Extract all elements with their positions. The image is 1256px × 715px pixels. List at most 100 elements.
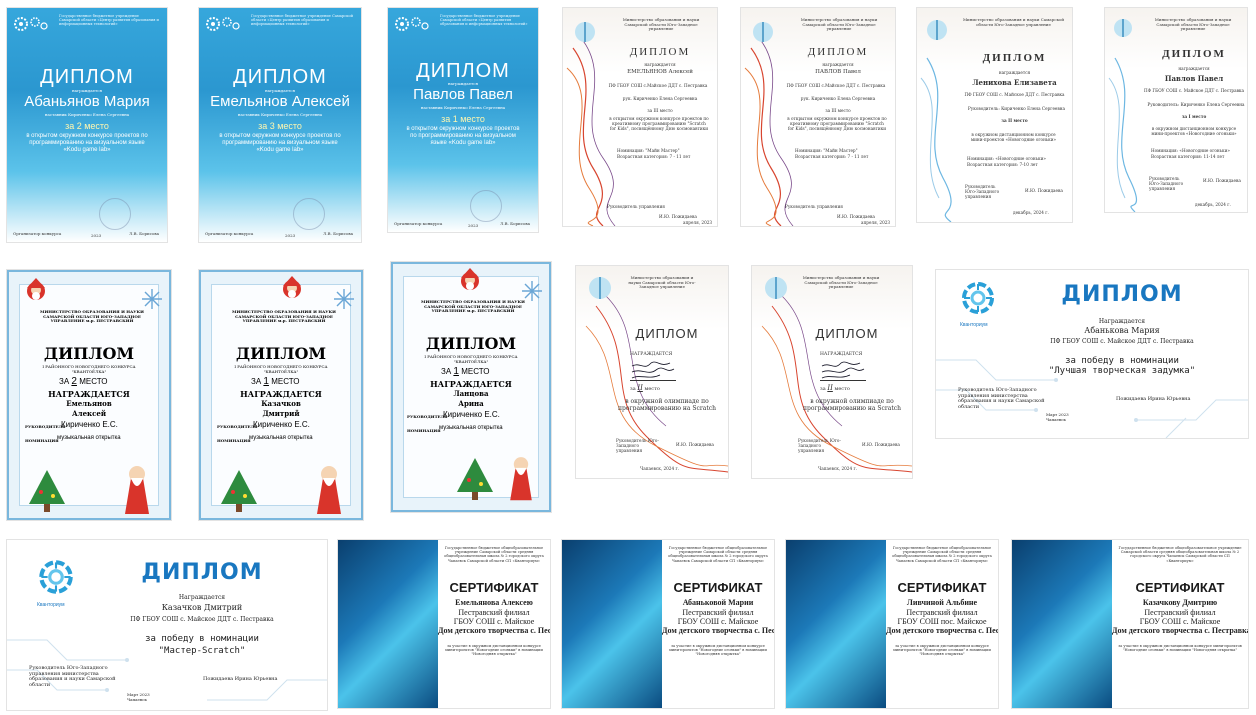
mesto-label: МЕСТО (271, 377, 300, 386)
diploma-scratch-2[interactable]: Министерство образования и науки Самарск… (741, 8, 895, 226)
diploma-newyear-1[interactable]: Министерство образования и науки Самарск… (917, 8, 1072, 222)
diploma-kvantoelka-2[interactable]: МИНИСТЕРСТВО ОБРАЗОВАНИЯ И НАУКИ САМАРСК… (199, 270, 363, 520)
awarded-label: награждается (998, 70, 1031, 75)
house-line: Дом детского творчества с. Пестравка (662, 626, 774, 635)
awarded-label: НАГРАЖДАЕТСЯ (48, 389, 130, 399)
place-number: 1 (263, 376, 269, 387)
diploma-kvantorium-1[interactable]: Кванториум ДИПЛОМ Награждается Абанькова… (936, 270, 1248, 438)
recipient-name: Павлов Павел (413, 86, 513, 103)
diploma-kodu-1[interactable]: Государственное бюджетное учреждение Сам… (7, 8, 167, 242)
teacher-line: рук. Кириченко Елена Сергеевна (800, 96, 876, 101)
teacher-line: рук. Кириченко Елена Сергеевна (622, 96, 698, 101)
ministry-header: Министерство образования и науки Самарск… (800, 17, 878, 32)
place-number: II (827, 384, 833, 392)
diploma-kvantorium-2[interactable]: Кванториум ДИПЛОМ Награждается Казачков … (7, 540, 327, 710)
contest-description: в открытом окружном конкурсе проектов по… (787, 116, 887, 131)
signature-label: Руководитель Юго-Западного управления ми… (958, 387, 1045, 410)
tech-banner-image (1012, 540, 1112, 708)
certificate-1[interactable]: Государственное бюджетное общеобразовате… (338, 540, 550, 708)
contest-description: в открытом окружном конкурсе проектов по… (406, 126, 520, 146)
diploma-olympiad-2[interactable]: Министерство образования и науки Самарск… (752, 266, 912, 478)
ministry-header: Министерство образования и науки Самарск… (962, 17, 1065, 27)
issuer-header: Государственное бюджетное учреждение Сам… (440, 14, 528, 27)
house-line: Дом детского творчества с. Пестравка (438, 626, 550, 635)
issuer-header: Государственное бюджетное учреждение Сам… (251, 14, 354, 27)
branch-line: Пестравский филиал (1144, 608, 1216, 617)
issuer-header: Государственное бюджетное учреждение Сам… (59, 14, 159, 27)
organization: ПФ ГБОУ СОШ с. Майское ДДТ с. Пестравка (1143, 88, 1245, 93)
organization: ПФ ГБОУ СОШ с. Майское ДДТ с. Пестравка (130, 616, 274, 623)
teacher-line: наставник Кириченко Елена Сергеевна (44, 112, 130, 117)
diploma-kvantoelka-1[interactable]: МИНИСТЕРСТВО ОБРАЗОВАНИЯ И НАУКИ САМАРСК… (7, 270, 171, 520)
organizer-label: Организатор конкурса (394, 221, 443, 226)
recipient-name: Казачков Дмитрий (161, 603, 243, 612)
recipient-name: Абанькова Мария (1084, 326, 1160, 335)
diploma-title: ДИПЛОМ (982, 52, 1047, 64)
issuer-header: Государственное бюджетное общеобразовате… (444, 546, 544, 563)
organizer-name: Л.В. Борисова (500, 221, 530, 226)
certificate-4[interactable]: Государственное бюджетное общеобразовате… (1012, 540, 1248, 708)
awarded-label: НАГРАЖДАЕТСЯ (430, 379, 512, 389)
place-row: за II место (820, 384, 850, 392)
awarded-label: награждается (644, 62, 676, 67)
ministry-header: Министерство образования и науки Самарск… (628, 275, 696, 290)
awarded-label: НАГРАЖДАЕТСЯ (240, 389, 322, 399)
diploma-title: ДИПЛОМ (1061, 282, 1183, 307)
diploma-scratch-1[interactable]: Министерство образования и науки Самарск… (563, 8, 717, 226)
diploma-title: ДИПЛОМ (416, 60, 510, 82)
kvantorium-logo-icon (962, 282, 994, 314)
issue-date: декабрь, 2024 г. (1013, 210, 1049, 215)
awarded-label: награждается (1178, 66, 1210, 71)
christmas-tree-icon (29, 470, 65, 512)
school-line: ГБОУ СОШ пос. Майское (897, 617, 987, 626)
organizer-label: Организатор конкурса (205, 231, 254, 236)
organizer-name: Л.В. Борисова (129, 231, 159, 236)
school-line: ГБОУ СОШ с. Майское (453, 617, 535, 626)
diploma-kodu-2[interactable]: Государственное бюджетное учреждение Сам… (199, 8, 361, 242)
nomination: Номинация: «Новогодние огоньки» (1151, 148, 1230, 153)
diploma-kodu-3[interactable]: Государственное бюджетное учреждение Сам… (388, 8, 538, 232)
house-line: Дом детского творчества с. Пестравка (1112, 626, 1248, 635)
signature-label: Руководитель Юго-Западного управления (965, 184, 1000, 199)
certificate-3[interactable]: Государственное бюджетное общеобразовате… (786, 540, 998, 708)
certificate-title: СЕРТИФИКАТ (1135, 580, 1225, 595)
signer-name: И.Ю. Пожидаева (676, 442, 714, 447)
place-row: ЗА 2 МЕСТО (59, 376, 107, 387)
certificate-2[interactable]: Государственное бюджетное общеобразовате… (562, 540, 774, 708)
teacher-name: Кириченко Е.С. (61, 420, 118, 429)
organization: ПФ ГБОУ СОШ с.Майское ДДТ с. Пестравка (786, 83, 886, 88)
za-label: ЗА (59, 377, 70, 386)
ministry-header: Министерство образования и науки Самарск… (622, 17, 700, 32)
diploma-title: ДИПЛОМ (40, 66, 134, 88)
house-line: Дом детского творчества с. Пестравка (886, 626, 998, 635)
place-text: за III место (825, 108, 851, 113)
ministry-header: МИНИСТЕРСТВО ОБРАЗОВАНИЯ И НАУКИ САМАРСК… (40, 309, 144, 324)
school-line: ГБОУ СОШ с. Майское (677, 617, 759, 626)
contest-description: в открытом окружном конкурсе проектов по… (26, 133, 148, 153)
olympiad-description: в окружной олимпиаде по программированию… (803, 398, 901, 412)
diploma-title: ДИПЛОМ (635, 326, 699, 341)
santa-claus-icon (283, 276, 301, 298)
diploma-newyear-2[interactable]: Министерство образования и науки Самарск… (1105, 8, 1247, 212)
ded-moroz-icon (510, 457, 532, 501)
signature-label: Руководитель Юго-Западного управления ми… (29, 665, 116, 688)
contest-description: в открытом окружном конкурсе проектов по… (219, 133, 341, 153)
contest-name: I РАЙОННОГО НОВОГОДНЕГО КОНКУРСА "КВАНТО… (234, 364, 328, 374)
diploma-title: ДИПЛОМ (43, 344, 135, 363)
diploma-kvantoelka-3[interactable]: МИНИСТЕРСТВО ОБРАЗОВАНИЯ И НАУКИ САМАРСК… (391, 262, 551, 512)
contest-name: I РАЙОННОГО НОВОГОДНЕГО КОНКУРСА "КВАНТО… (424, 354, 518, 364)
place-number: II (637, 384, 643, 392)
signer-name: Пожидаева Ирина Юрьевна (1116, 396, 1191, 402)
recipient-name: Емельянов Алексей (210, 93, 350, 110)
olympiad-description: в окружной олимпиаде по программированию… (618, 398, 716, 412)
issue-date: Март 2023 Чапаевск (1046, 412, 1069, 422)
teacher-label: РУКОВОДИТЕЛЬ (25, 424, 66, 429)
participation-text: за участие в окружном дистанционном конк… (1118, 644, 1242, 653)
diploma-olympiad-1[interactable]: Министерство образования и науки Самарск… (576, 266, 728, 478)
footer-year: 2023 (91, 233, 102, 238)
certificate-title: СЕРТИФИКАТ (897, 580, 987, 595)
recipient-surname: Ланцова (453, 389, 489, 398)
tech-banner-image (786, 540, 886, 708)
stamp-seal (293, 198, 325, 230)
organizer-label: Организатор конкурса (13, 231, 62, 236)
